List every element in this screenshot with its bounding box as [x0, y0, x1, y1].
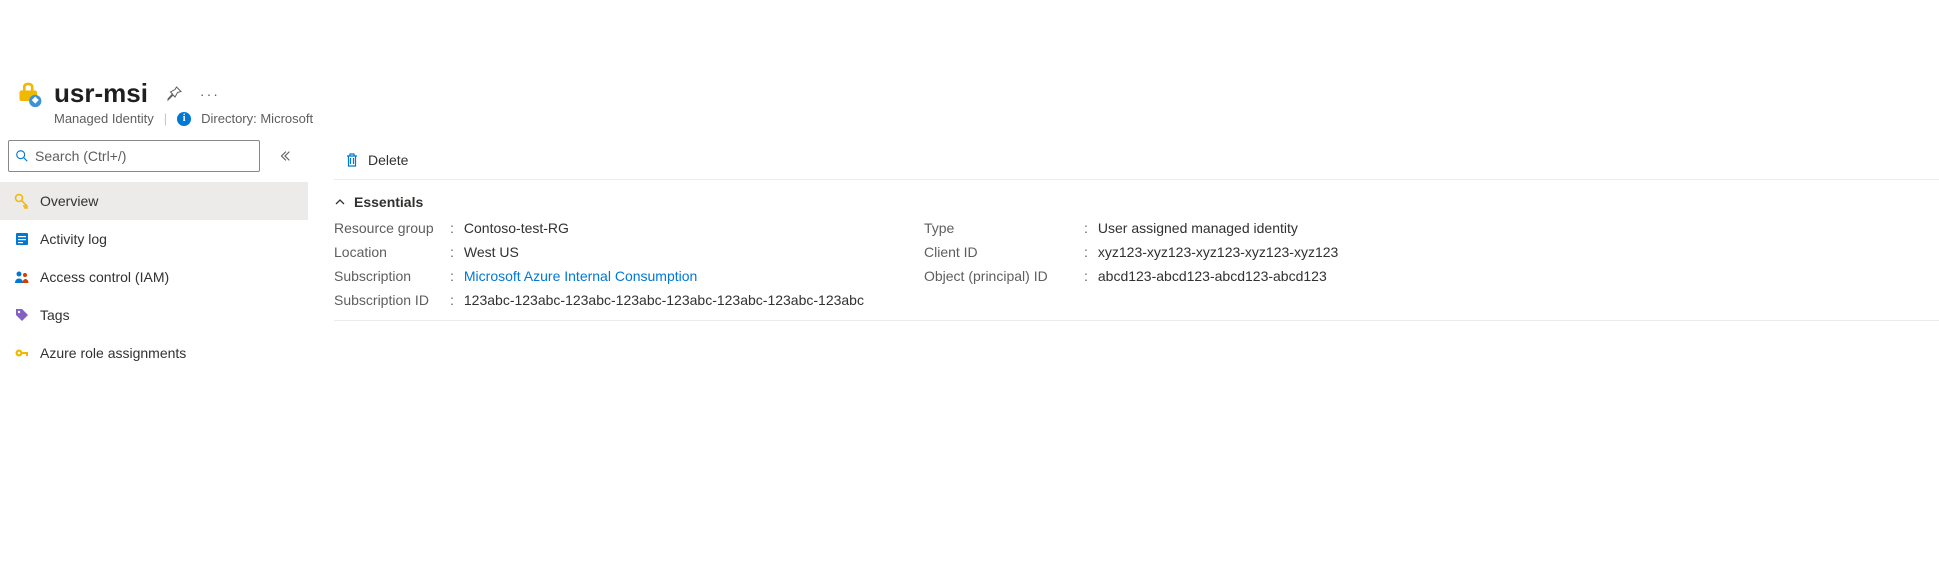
prop-client-id: Client ID : xyz123-xyz123-xyz123-xyz123-… [924, 244, 1338, 260]
essentials-toggle[interactable]: Essentials [334, 180, 1939, 220]
collapse-sidebar-button[interactable] [274, 145, 296, 167]
prop-resource-group: Resource group : Contoso-test-RG [334, 220, 864, 236]
search-input[interactable] [35, 148, 253, 164]
sidebar-item-azure-role-assignments[interactable]: Azure role assignments [0, 334, 308, 372]
info-icon: i [177, 112, 191, 126]
essentials-panel: Resource group : Contoso-test-RG Locatio… [334, 220, 1939, 321]
sidebar-item-label: Tags [40, 307, 70, 323]
main-content: Delete Essentials Resource group : Conto… [308, 140, 1939, 321]
pin-button[interactable] [166, 86, 182, 102]
delete-label: Delete [368, 152, 408, 168]
sidebar-item-activity-log[interactable]: Activity log [0, 220, 308, 258]
resource-type-label: Managed Identity [54, 111, 154, 126]
tag-icon [14, 307, 30, 323]
delete-button[interactable]: Delete [334, 140, 418, 179]
sidebar-item-tags[interactable]: Tags [0, 296, 308, 334]
search-icon [15, 149, 29, 163]
resource-group-link[interactable]: Contoso-test-RG [464, 220, 569, 236]
subtitle-divider: | [164, 111, 167, 126]
sidebar-item-label: Overview [40, 193, 98, 209]
sidebar-item-label: Activity log [40, 231, 107, 247]
key-simple-icon [14, 345, 30, 361]
sidebar: Overview Activity log Access control (IA… [0, 140, 308, 372]
directory-label: Directory: Microsoft [201, 111, 313, 126]
sidebar-item-label: Azure role assignments [40, 345, 186, 361]
log-icon [14, 231, 30, 247]
key-icon [14, 193, 30, 209]
prop-location: Location : West US [334, 244, 864, 260]
prop-type: Type : User assigned managed identity [924, 220, 1338, 236]
chevron-up-icon [334, 196, 346, 208]
sidebar-item-label: Access control (IAM) [40, 269, 169, 285]
page-title: usr-msi [54, 78, 148, 109]
subscription-link[interactable]: Microsoft Azure Internal Consumption [464, 268, 697, 284]
more-actions-button[interactable]: ··· [200, 86, 220, 102]
people-icon [14, 269, 30, 285]
managed-identity-icon [16, 80, 44, 108]
sidebar-item-overview[interactable]: Overview [0, 182, 308, 220]
prop-subscription-id: Subscription ID : 123abc-123abc-123abc-1… [334, 292, 864, 308]
page-header: usr-msi ··· Managed Identity | i Directo… [0, 68, 1939, 140]
essentials-label: Essentials [354, 194, 423, 210]
sidebar-search[interactable] [8, 140, 260, 172]
prop-subscription: Subscription : Microsoft Azure Internal … [334, 268, 864, 284]
trash-icon [344, 152, 360, 168]
toolbar: Delete [334, 140, 1939, 180]
sidebar-item-access-control[interactable]: Access control (IAM) [0, 258, 308, 296]
prop-object-id: Object (principal) ID : abcd123-abcd123-… [924, 268, 1338, 284]
